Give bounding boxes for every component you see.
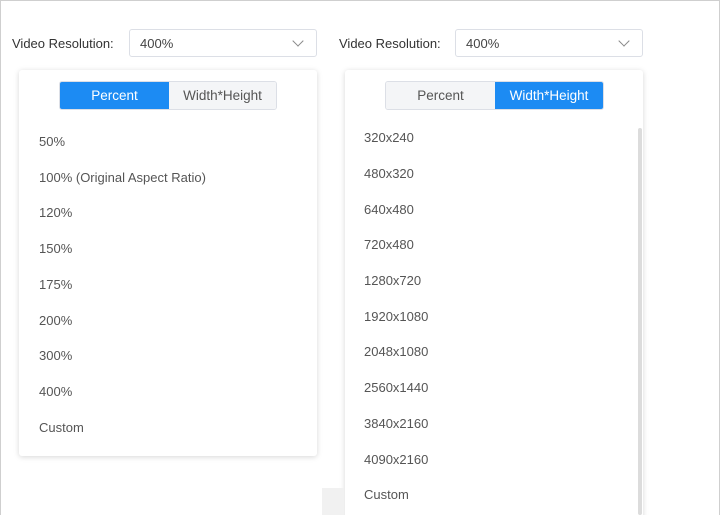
mode-tabs: Percent Width*Height — [385, 81, 604, 110]
option-400[interactable]: 400% — [39, 384, 72, 400]
tab-percent[interactable]: Percent — [60, 82, 169, 109]
option-200[interactable]: 200% — [39, 313, 72, 329]
option-300[interactable]: 300% — [39, 348, 72, 364]
video-resolution-label: Video Resolution: — [339, 36, 441, 51]
dropdown-panel-percent: Percent Width*Height 50% 100% (Original … — [19, 70, 317, 456]
tab-width-height[interactable]: Width*Height — [169, 82, 276, 109]
option-640x480[interactable]: 640x480 — [364, 202, 414, 218]
tab-width-height[interactable]: Width*Height — [495, 82, 603, 109]
option-2048x1080[interactable]: 2048x1080 — [364, 344, 428, 360]
dropdown-scrollbar[interactable] — [638, 128, 642, 515]
chevron-down-icon — [292, 35, 304, 47]
option-2560x1440[interactable]: 2560x1440 — [364, 380, 428, 396]
background-element — [322, 488, 344, 515]
mode-tabs: Percent Width*Height — [59, 81, 277, 110]
option-150[interactable]: 150% — [39, 241, 72, 257]
option-1280x720[interactable]: 1280x720 — [364, 273, 421, 289]
option-720x480[interactable]: 720x480 — [364, 237, 414, 253]
video-resolution-select[interactable]: 400% — [129, 29, 317, 57]
chevron-down-icon — [618, 35, 630, 47]
option-50[interactable]: 50% — [39, 134, 65, 150]
option-100-original[interactable]: 100% (Original Aspect Ratio) — [39, 170, 206, 186]
dropdown-panel-width-height: Percent Width*Height 320x240 480x320 640… — [345, 70, 643, 515]
tab-percent[interactable]: Percent — [386, 82, 495, 109]
option-custom[interactable]: Custom — [39, 420, 84, 436]
option-175[interactable]: 175% — [39, 277, 72, 293]
selected-value: 400% — [140, 35, 174, 51]
option-480x320[interactable]: 480x320 — [364, 166, 414, 182]
option-1920x1080[interactable]: 1920x1080 — [364, 309, 428, 325]
video-resolution-label: Video Resolution: — [12, 36, 114, 51]
option-320x240[interactable]: 320x240 — [364, 130, 414, 146]
video-resolution-select[interactable]: 400% — [455, 29, 643, 57]
option-4090x2160[interactable]: 4090x2160 — [364, 452, 428, 468]
option-3840x2160[interactable]: 3840x2160 — [364, 416, 428, 432]
option-120[interactable]: 120% — [39, 205, 72, 221]
option-custom[interactable]: Custom — [364, 487, 409, 503]
selected-value: 400% — [466, 35, 500, 51]
